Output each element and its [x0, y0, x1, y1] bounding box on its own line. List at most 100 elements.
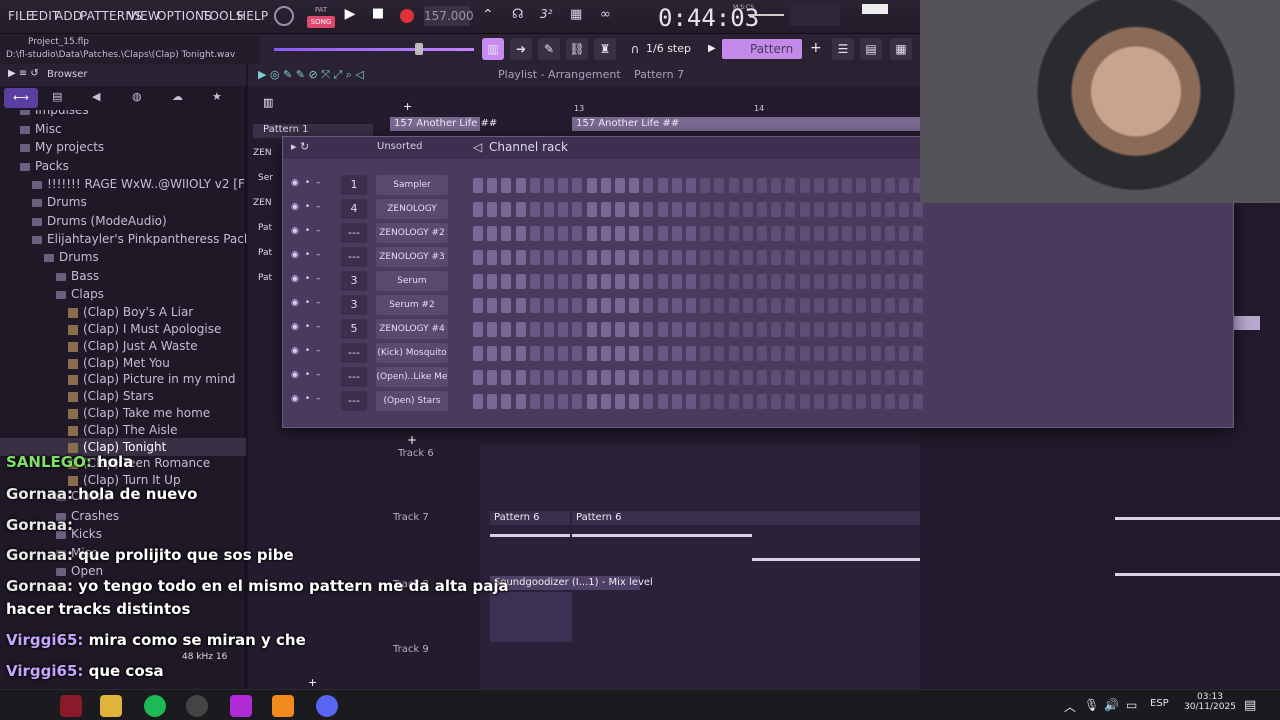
- step-button[interactable]: [615, 394, 625, 409]
- step-button[interactable]: [657, 226, 668, 241]
- step-button[interactable]: [515, 370, 526, 385]
- channel-row[interactable]: ◉•– --- (Open)..Like Me: [283, 366, 1233, 388]
- step-button[interactable]: [785, 394, 796, 409]
- step-button[interactable]: [771, 322, 782, 337]
- step-button[interactable]: [544, 346, 554, 361]
- step-button[interactable]: [586, 202, 597, 217]
- step-button[interactable]: [600, 394, 611, 409]
- step-button[interactable]: [686, 394, 696, 409]
- step-button[interactable]: [686, 322, 696, 337]
- step-button[interactable]: [487, 202, 498, 217]
- channel-name-button[interactable]: ZENOLOGY: [376, 199, 448, 219]
- step-button[interactable]: [899, 322, 909, 337]
- step-button[interactable]: [913, 274, 924, 289]
- step-button[interactable]: [544, 394, 554, 409]
- pattern-list-item-5[interactable]: Pat: [258, 223, 272, 233]
- step-button[interactable]: [785, 346, 796, 361]
- channel-name-button[interactable]: Sampler: [376, 175, 448, 195]
- step-button[interactable]: [600, 202, 611, 217]
- step-button[interactable]: [742, 250, 753, 265]
- automation-clip[interactable]: Soundgoodizer (I...1) - Mix level: [490, 576, 653, 590]
- step-button[interactable]: [913, 370, 924, 385]
- channel-row[interactable]: ◉•– 3 Serum #2: [283, 294, 1233, 316]
- step-button[interactable]: [714, 226, 725, 241]
- step-button[interactable]: [473, 298, 483, 313]
- step-button[interactable]: [700, 370, 711, 385]
- step-button[interactable]: [558, 250, 569, 265]
- obs-icon[interactable]: [186, 695, 208, 717]
- link-icon[interactable]: ⛓: [566, 38, 588, 60]
- step-button[interactable]: [771, 274, 782, 289]
- step-button[interactable]: [671, 178, 682, 193]
- step-button[interactable]: [600, 250, 611, 265]
- step-button[interactable]: [813, 394, 824, 409]
- step-button[interactable]: [600, 274, 611, 289]
- step-button[interactable]: [842, 346, 853, 361]
- step-button[interactable]: [842, 226, 853, 241]
- step-button[interactable]: [899, 394, 909, 409]
- step-button[interactable]: [643, 370, 654, 385]
- step-button[interactable]: [742, 202, 753, 217]
- step-button[interactable]: [686, 226, 696, 241]
- step-button[interactable]: [487, 226, 498, 241]
- step-button[interactable]: [473, 250, 483, 265]
- step-button[interactable]: [700, 274, 711, 289]
- step-button[interactable]: [728, 274, 739, 289]
- browser-item[interactable]: Packs: [0, 157, 246, 175]
- pattern-list-item-4[interactable]: ZEN: [253, 198, 272, 208]
- step-button[interactable]: [671, 370, 682, 385]
- all-tab-icon[interactable]: ⟷: [4, 88, 38, 108]
- channel-mute-led[interactable]: ◉•–: [291, 346, 327, 356]
- snap-step-label[interactable]: 1/6 step: [646, 42, 691, 55]
- browser-item[interactable]: Claps: [0, 285, 246, 303]
- step-button[interactable]: [742, 274, 753, 289]
- step-button[interactable]: [842, 202, 853, 217]
- step-button[interactable]: [558, 394, 569, 409]
- menu-add[interactable]: ADD: [55, 9, 82, 23]
- track-9-label[interactable]: Track 9: [393, 644, 429, 655]
- mixer-icon[interactable]: ☰: [832, 38, 854, 60]
- browser-item[interactable]: Drums (ModeAudio): [0, 212, 246, 230]
- channel-name-button[interactable]: ZENOLOGY #3: [376, 247, 448, 267]
- step-button[interactable]: [742, 322, 753, 337]
- step-button[interactable]: [572, 298, 583, 313]
- step-button[interactable]: [813, 346, 824, 361]
- step-button[interactable]: [615, 322, 625, 337]
- step-button[interactable]: [771, 346, 782, 361]
- channel-name-button[interactable]: ZENOLOGY #2: [376, 223, 448, 243]
- pattern-list-item-7[interactable]: Pat: [258, 273, 272, 283]
- step-button[interactable]: [657, 202, 668, 217]
- browser-item[interactable]: !!!!!!! RAGE WxW..@WIIOLY v2 [FREE]: [0, 175, 246, 193]
- step-button[interactable]: [544, 178, 554, 193]
- step-button[interactable]: [473, 226, 483, 241]
- step-button[interactable]: [813, 274, 824, 289]
- browser-item[interactable]: (Clap) Boy's A Liar: [0, 303, 246, 321]
- tray-chevron-icon[interactable]: ︿: [1064, 698, 1076, 715]
- step-button[interactable]: [600, 178, 611, 193]
- step-button[interactable]: [529, 298, 540, 313]
- step-button[interactable]: [899, 226, 909, 241]
- step-button[interactable]: [771, 178, 782, 193]
- step-button[interactable]: [799, 370, 810, 385]
- step-button[interactable]: [615, 250, 625, 265]
- step-button[interactable]: [671, 298, 682, 313]
- track-7-label[interactable]: Track 7: [393, 512, 429, 523]
- step-button[interactable]: [529, 346, 540, 361]
- step-button[interactable]: [487, 298, 498, 313]
- step-button[interactable]: [799, 298, 810, 313]
- step-button[interactable]: [615, 298, 625, 313]
- browser-arrow-icon[interactable]: ▶ ≡ ↺: [8, 68, 39, 79]
- step-button[interactable]: [700, 250, 711, 265]
- step-button[interactable]: [828, 202, 838, 217]
- step-button[interactable]: [884, 202, 895, 217]
- step-button[interactable]: [487, 346, 498, 361]
- step-button[interactable]: [572, 178, 583, 193]
- step-button[interactable]: [643, 274, 654, 289]
- tracks-area[interactable]: [480, 444, 920, 689]
- step-button[interactable]: [558, 202, 569, 217]
- step-button[interactable]: [529, 226, 540, 241]
- step-button[interactable]: [501, 226, 512, 241]
- step-button[interactable]: [686, 370, 696, 385]
- step-button[interactable]: [558, 274, 569, 289]
- step-button[interactable]: [856, 322, 867, 337]
